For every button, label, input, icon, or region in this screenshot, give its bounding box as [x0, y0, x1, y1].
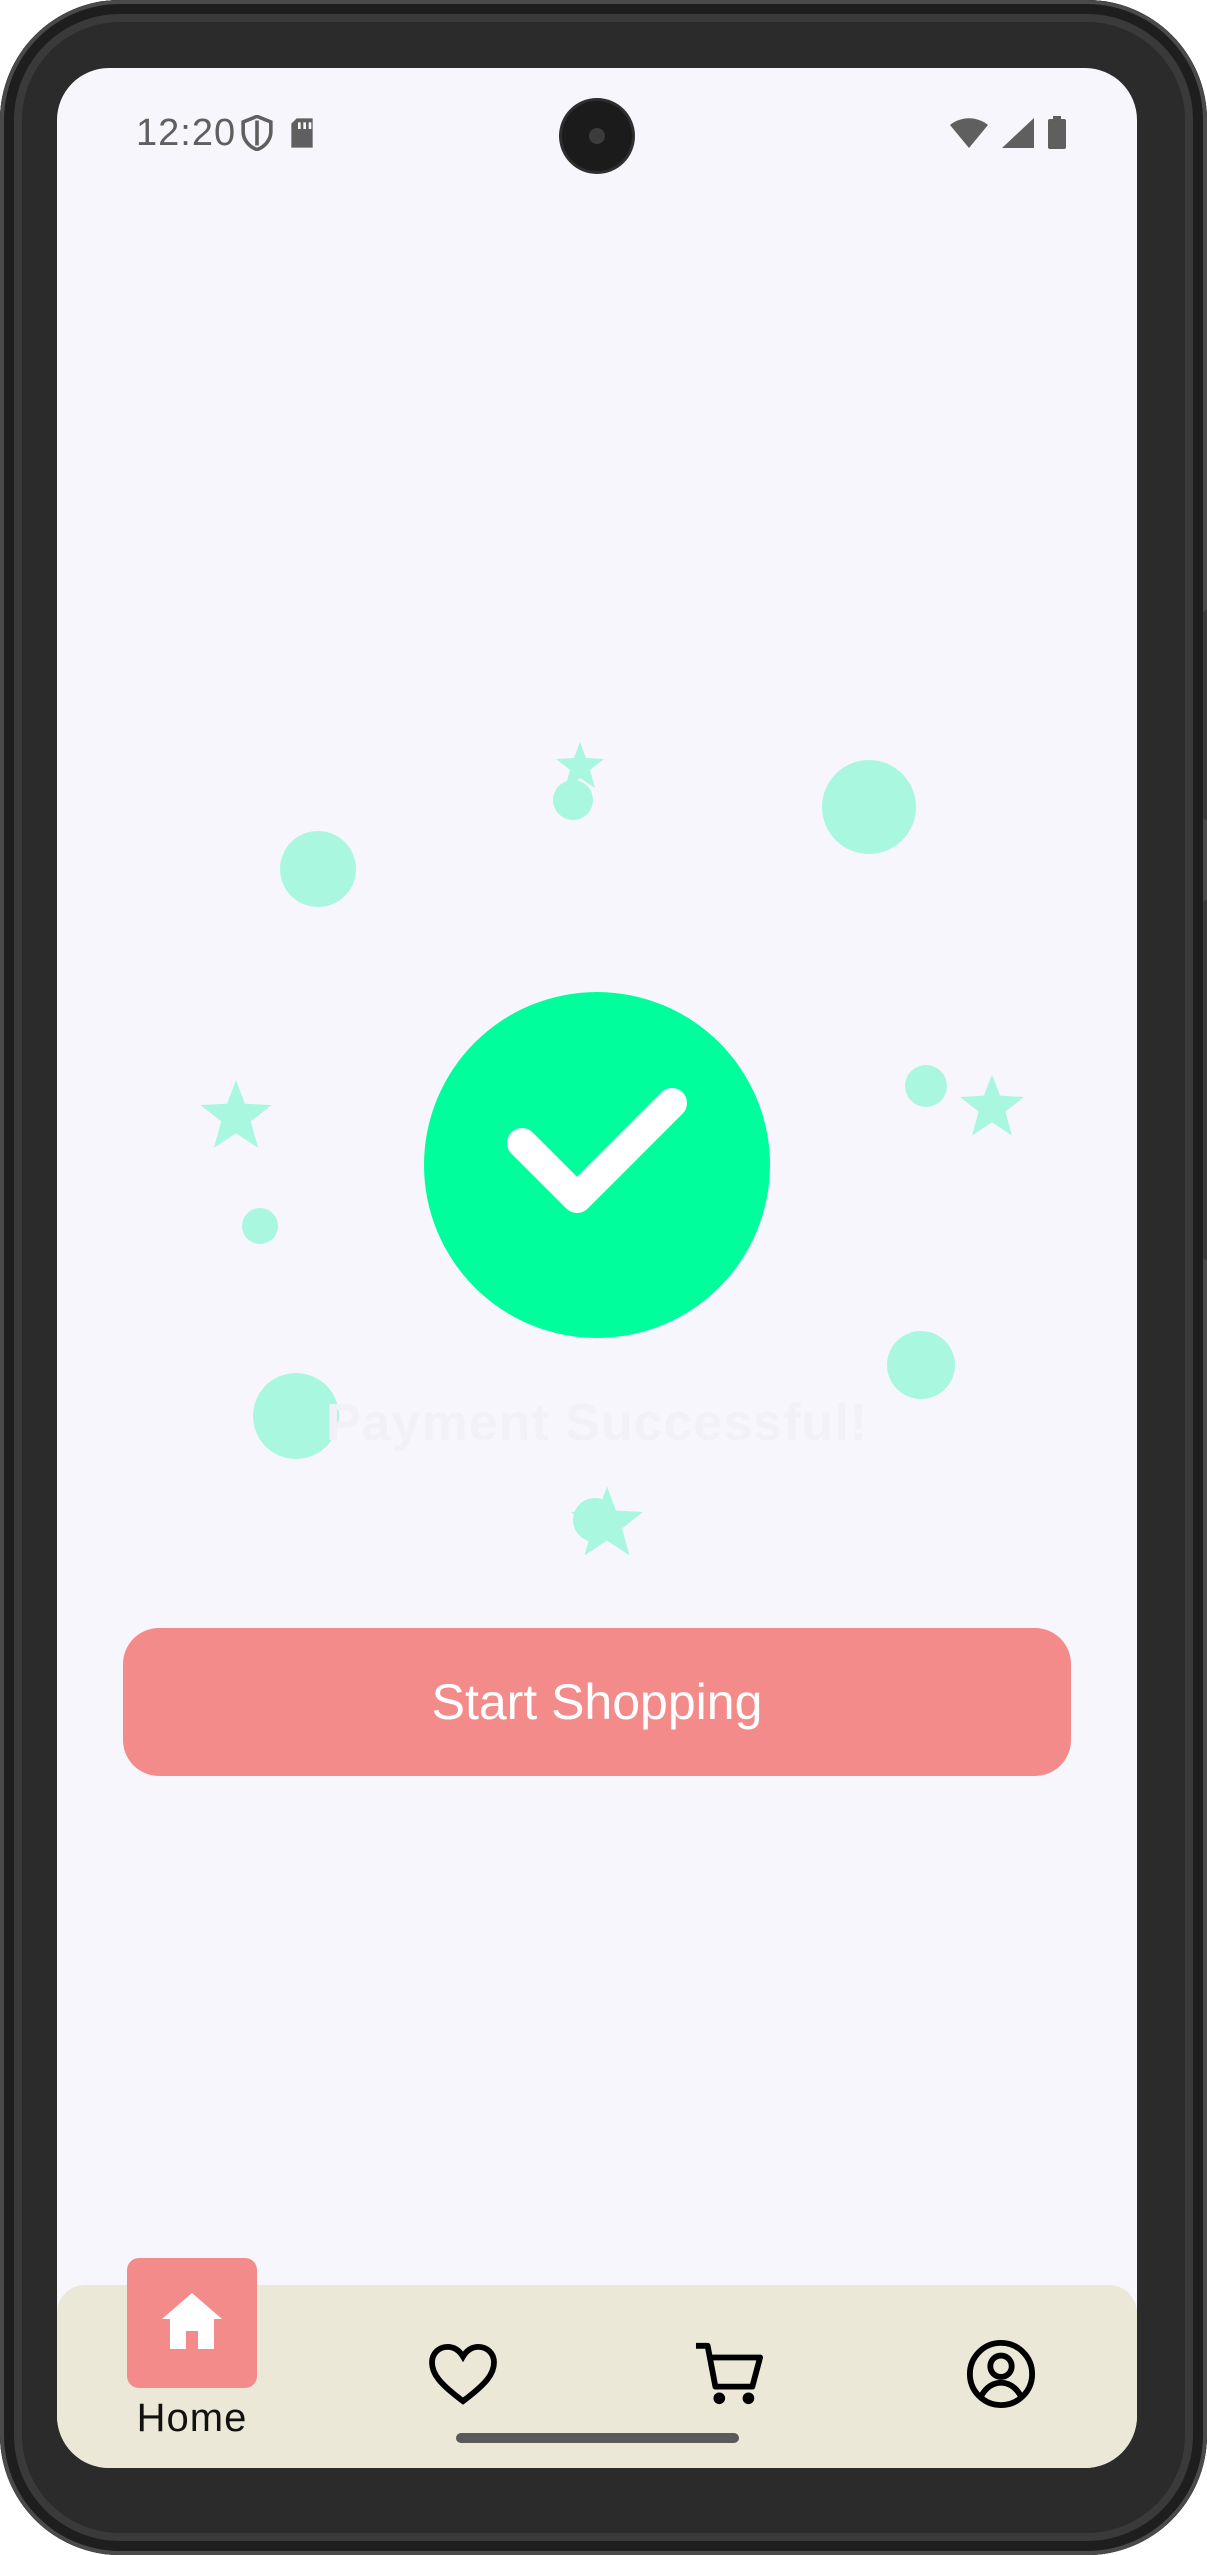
screen: 12:20 Payment Successful! Start Shopping…: [57, 68, 1137, 2468]
confetti-dot: [242, 1208, 278, 1244]
status-left-icons: [240, 114, 316, 156]
confetti-dot: [822, 760, 916, 854]
nav-home-highlight[interactable]: [127, 2258, 257, 2388]
success-badge: [424, 992, 770, 1338]
confetti-dot: [887, 1331, 955, 1399]
phone-frame: 12:20 Payment Successful! Start Shopping…: [0, 0, 1207, 2555]
signal-icon: [1001, 117, 1035, 154]
star-icon: [556, 742, 604, 788]
star-icon: [200, 1080, 272, 1148]
nav-item-account[interactable]: [965, 2339, 1037, 2414]
battery-icon: [1047, 116, 1067, 155]
cart-icon: [694, 2340, 764, 2413]
confetti-dot: [280, 831, 356, 907]
nav-label-home: Home: [136, 2396, 248, 2440]
sd-card-icon: [288, 117, 316, 154]
star-icon: [571, 1486, 643, 1556]
status-right-icons: [949, 116, 1067, 155]
volume-button: [1203, 610, 1207, 820]
shield-icon: [240, 114, 274, 156]
power-button: [1203, 900, 1207, 1260]
nav-item-favorites[interactable]: [427, 2340, 499, 2412]
star-icon: [960, 1074, 1024, 1136]
nav-item-home[interactable]: Home: [127, 2258, 257, 2441]
success-message: Payment Successful!: [325, 1394, 869, 1452]
status-bar: 12:20: [57, 68, 1137, 198]
wifi-icon: [949, 117, 989, 154]
nav-item-cart[interactable]: [693, 2340, 765, 2412]
home-icon: [160, 2291, 224, 2356]
start-shopping-button[interactable]: Start Shopping: [123, 1628, 1071, 1776]
check-icon: [502, 1087, 692, 1243]
heart-icon: [428, 2343, 498, 2410]
confetti-dot: [905, 1065, 947, 1107]
gesture-bar[interactable]: [456, 2433, 739, 2443]
account-icon: [966, 2339, 1036, 2414]
front-camera: [562, 101, 632, 171]
status-time: 12:20: [136, 112, 237, 154]
